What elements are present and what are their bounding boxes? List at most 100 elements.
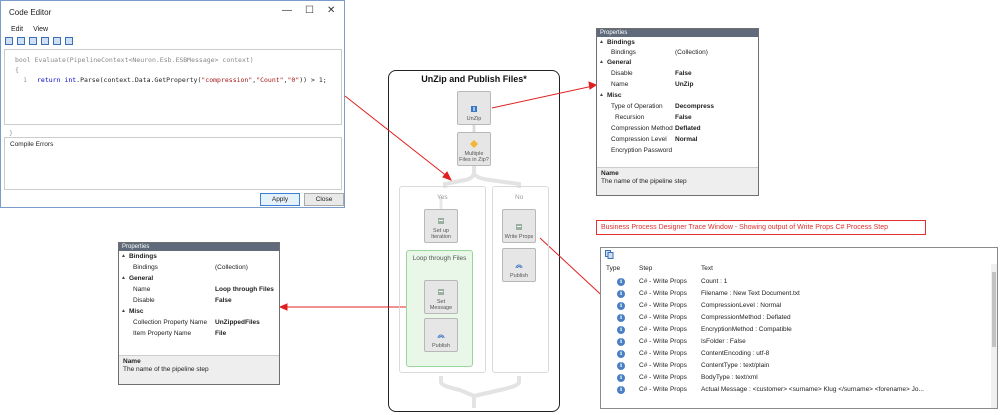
code-line-1: return int.Parse(context.Data.GetPropert… — [37, 76, 327, 84]
column-text[interactable]: Text — [701, 265, 713, 272]
publish-icon — [515, 264, 523, 269]
trace-row[interactable]: i C# - Write Props Filename : New Text Doc… — [601, 289, 991, 300]
trace-row[interactable]: i C# - Write Props IsFolder : False — [601, 337, 991, 348]
trace-toolbar — [601, 248, 997, 261]
prop-value[interactable]: Deflated — [675, 125, 701, 132]
trace-row[interactable]: i C# - Write Props CompressionMethod : Def… — [601, 313, 991, 324]
trace-row[interactable]: i C# - Write Props BodyType : text/xml — [601, 373, 991, 384]
prop-value[interactable]: Decompress — [675, 103, 714, 110]
close-icon[interactable]: ✕ — [327, 5, 335, 16]
indent-icon[interactable] — [5, 37, 13, 45]
info-icon: i — [617, 290, 625, 298]
maximize-icon[interactable]: ☐ — [305, 5, 314, 16]
category-general: General — [607, 59, 632, 66]
prop-name: Disable — [611, 70, 633, 77]
properties-header: Properties — [119, 243, 279, 251]
decision-icon — [470, 140, 478, 148]
column-step[interactable]: Step — [639, 265, 652, 272]
trace-row[interactable]: i C# - Write Props CompressionLevel : Norm… — [601, 301, 991, 312]
info-icon: i — [617, 326, 625, 334]
step-publish-loop[interactable]: Publish — [424, 318, 458, 352]
code-text-area[interactable]: bool Evaluate(PipelineContext<Neuron.Esb… — [4, 49, 342, 125]
description-panel: Name The name of the pipeline step — [119, 355, 279, 384]
step-set-iteration[interactable]: Set up Iteration — [424, 209, 458, 243]
prop-value[interactable]: Normal — [675, 136, 697, 143]
code-editor-window: Code Editor — ☐ ✕ Edit View bool Evaluat… — [0, 0, 345, 208]
trace-row[interactable]: i C# - Write Props Count : 1 — [601, 277, 991, 288]
trace-row[interactable]: i C# - Write Props EncryptionMethod : Comp… — [601, 325, 991, 336]
category-bindings: Bindings — [129, 253, 157, 260]
open-brace: { — [15, 66, 19, 74]
unzip-icon — [471, 106, 477, 112]
info-icon: i — [617, 302, 625, 310]
minimize-icon[interactable]: — — [282, 5, 292, 16]
prop-name: Collection Property Name — [133, 319, 208, 326]
prop-value[interactable]: UnZip — [675, 81, 693, 88]
uncomment-icon[interactable] — [41, 37, 49, 45]
step-decision[interactable]: Multiple Files in Zip? — [457, 132, 491, 166]
column-type[interactable]: Type — [606, 265, 620, 272]
outdent-icon[interactable] — [17, 37, 25, 45]
prop-name: Bindings — [133, 264, 158, 271]
prop-name: Disable — [133, 297, 155, 304]
csharp-code-icon — [516, 224, 522, 230]
trace-row[interactable]: i C# - Write Props ContentEncoding : utf-8 — [601, 349, 991, 360]
prop-name: Compression Level — [611, 136, 667, 143]
description-text: The name of the pipeline step — [601, 178, 687, 185]
category-general: General — [129, 275, 154, 282]
prop-value[interactable]: UnZippedFiles — [215, 319, 260, 326]
step-publish-no[interactable]: Publish — [502, 248, 536, 282]
collapse-icon[interactable]: ▲ — [599, 59, 604, 65]
info-icon: i — [617, 314, 625, 322]
trace-row[interactable]: i C# - Write Props ContentType : text/plai… — [601, 361, 991, 372]
comment-icon[interactable] — [29, 37, 37, 45]
menu-view[interactable]: View — [33, 26, 48, 33]
close-brace: } — [9, 129, 13, 137]
trace-row[interactable]: i C# - Write Props Actual Message : <custo… — [601, 385, 991, 396]
description-title: Name — [123, 358, 141, 365]
designer-title: UnZip and Publish Files* — [421, 74, 527, 84]
apply-button[interactable]: Apply — [260, 193, 300, 206]
step-write-props[interactable]: Write Props — [502, 209, 536, 243]
description-panel: Name The name of the pipeline step — [597, 167, 758, 195]
prop-value[interactable]: (Collection) — [675, 49, 708, 56]
prop-name: Bindings — [611, 49, 636, 56]
branch-no-label: No — [515, 194, 524, 201]
scrollbar-thumb[interactable] — [992, 272, 996, 347]
collapse-icon[interactable]: ▲ — [599, 92, 604, 98]
step-set-message[interactable]: Set Message — [424, 280, 458, 314]
branch-yes-label: Yes — [437, 194, 448, 201]
publish-icon — [437, 334, 445, 339]
menu-edit[interactable]: Edit — [11, 26, 23, 33]
prop-value[interactable]: False — [215, 297, 232, 304]
compile-errors-panel: Compile Errors — [4, 137, 342, 190]
line-number: 1 — [23, 76, 27, 84]
info-icon: i — [617, 350, 625, 358]
collapse-icon[interactable]: ▲ — [599, 39, 604, 45]
collapse-icon[interactable]: ▲ — [121, 308, 126, 314]
prop-value[interactable]: (Collection) — [215, 264, 248, 271]
collapse-icon[interactable]: ▲ — [121, 253, 126, 259]
step-unzip[interactable]: UnZip — [457, 91, 491, 125]
category-bindings: Bindings — [607, 39, 635, 46]
prop-value[interactable]: File — [215, 330, 226, 337]
method-signature: bool Evaluate(PipelineContext<Neuron.Esb… — [15, 56, 254, 64]
trace-scrollbar[interactable] — [991, 264, 997, 408]
properties-panel-loop: Properties ▲ Bindings Bindings (Collecti… — [118, 242, 280, 385]
prop-value[interactable]: Loop through Files — [215, 286, 274, 293]
description-title: Name — [601, 170, 619, 177]
format-icon[interactable] — [65, 37, 73, 45]
info-icon: i — [617, 386, 625, 394]
copy-icon[interactable] — [605, 250, 614, 259]
prop-name: Type of Operation — [611, 103, 663, 110]
trace-caption: Business Process Designer Trace Window -… — [596, 220, 926, 235]
close-button[interactable]: Close — [304, 193, 344, 206]
compile-errors-label: Compile Errors — [10, 141, 54, 148]
bookmark-icon[interactable] — [53, 37, 61, 45]
prop-value[interactable]: False — [675, 70, 692, 77]
trace-header-row: Type Step Text — [601, 264, 991, 275]
collapse-icon[interactable]: ▲ — [121, 275, 126, 281]
category-misc: Misc — [129, 308, 144, 315]
info-icon: i — [617, 362, 625, 370]
prop-value[interactable]: False — [675, 114, 692, 121]
